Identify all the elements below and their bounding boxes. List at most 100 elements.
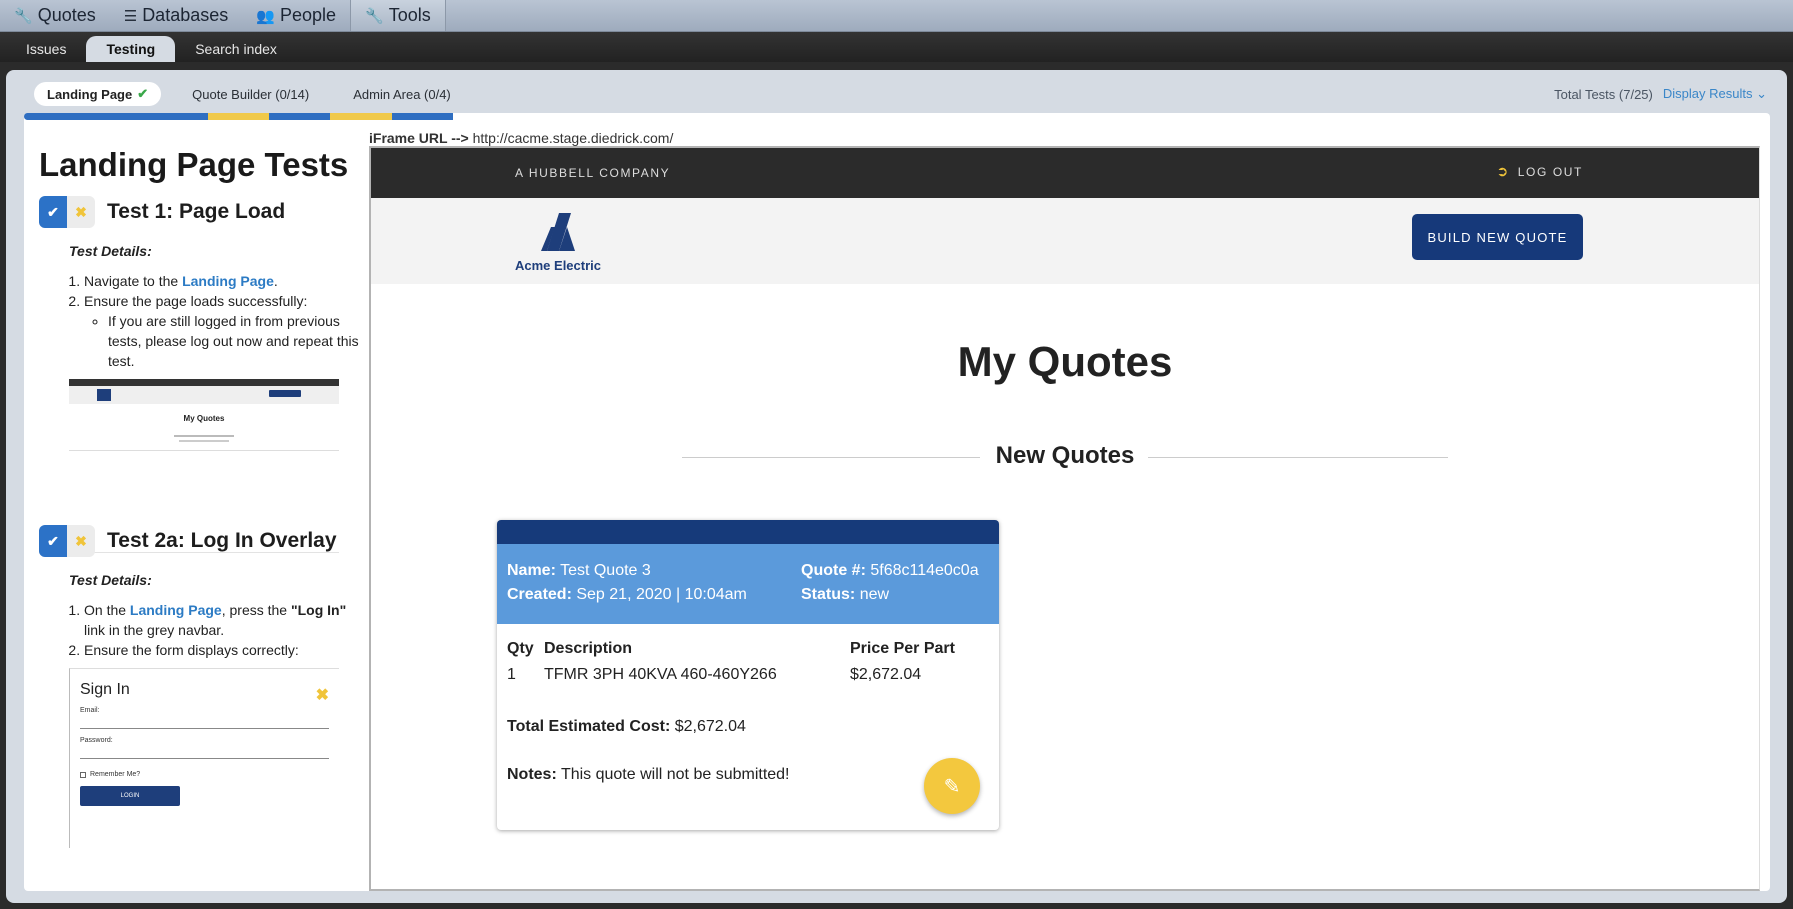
nav-quotes[interactable]: 🔧 Quotes: [0, 0, 110, 31]
total-value: $2,672.04: [674, 718, 746, 735]
progress-segment: [330, 113, 392, 120]
step: On the Landing Page, press the "Log In" …: [84, 600, 359, 640]
display-results-link[interactable]: Display Results ⌄: [1663, 86, 1767, 102]
details-label: Test Details:: [69, 243, 152, 259]
nav-databases[interactable]: ☰ Databases: [110, 0, 243, 31]
pencil-icon: ✎: [943, 775, 961, 798]
acme-logo-mark: [541, 213, 575, 251]
site-top-bar: A HUBBELL COMPANY ➲ LOG OUT: [371, 148, 1759, 198]
quote-status: new: [859, 586, 890, 603]
check-icon: ✔: [47, 532, 59, 549]
quote-name: Test Quote 3: [560, 562, 651, 579]
fail-button[interactable]: ✖: [67, 525, 95, 557]
edit-quote-button[interactable]: ✎: [924, 758, 980, 814]
landing-page-link[interactable]: Landing Page: [130, 602, 222, 618]
sub-nav: Issues Testing Search index: [0, 32, 1793, 62]
nav-quotes-label: Quotes: [37, 5, 96, 25]
thumb-password-label: Password:: [80, 737, 113, 744]
col-qty: Qty: [507, 640, 534, 657]
tab-landing-page[interactable]: Landing Page ✔: [34, 82, 162, 106]
step: Ensure the page loads successfully: If y…: [84, 291, 359, 371]
new-quotes-heading: New Quotes: [995, 442, 1135, 469]
quote-created: Sep 21, 2020 | 10:04am: [576, 586, 747, 603]
pass-button[interactable]: ✔: [39, 525, 67, 557]
tab-admin-area[interactable]: Admin Area (0/4): [340, 83, 464, 106]
page-load-screenshot: My Quotes: [69, 379, 339, 451]
nav-tools[interactable]: 🔧 Tools: [350, 0, 446, 31]
step-text: link in the grey navbar.: [84, 622, 225, 638]
quote-number-label: Quote #:: [801, 562, 866, 579]
total-cost: Total Estimated Cost: $2,672.04: [507, 718, 746, 736]
thumb-remember-label: Remember Me?: [90, 771, 141, 778]
quote-notes: Notes: This quote will not be submitted!: [507, 766, 790, 784]
step: Ensure the form displays correctly:: [84, 640, 359, 660]
nav-people[interactable]: 👥 People: [242, 0, 350, 31]
logout-link[interactable]: ➲ LOG OUT: [1496, 163, 1583, 180]
pass-button[interactable]: ✔: [39, 196, 67, 228]
iframe-url: iFrame URL --> http://cacme.stage.diedri…: [369, 130, 673, 146]
new-quotes-section-header: New Quotes: [682, 442, 1448, 472]
iframe-url-value: http://cacme.stage.diedrick.com/: [472, 130, 674, 146]
fail-button[interactable]: ✖: [67, 196, 95, 228]
build-new-quote-button[interactable]: BUILD NEW QUOTE: [1412, 214, 1583, 260]
thumb-title: My Quotes: [183, 414, 225, 423]
landing-page-link[interactable]: Landing Page: [182, 273, 274, 289]
step-text: On the: [84, 602, 130, 618]
check-icon: ✔: [137, 86, 149, 101]
sign-out-icon: ➲: [1496, 163, 1510, 179]
nav-people-label: People: [279, 5, 336, 25]
notes-label: Notes:: [507, 766, 557, 783]
tab-quote-builder[interactable]: Quote Builder (0/14): [179, 83, 322, 106]
close-icon: ✖: [75, 532, 87, 549]
subnav-search-index[interactable]: Search index: [175, 36, 297, 62]
cell-qty: 1: [507, 666, 516, 683]
step-text: Ensure the page loads successfully:: [84, 293, 308, 309]
quote-card: Name: Test Quote 3 Created: Sep 21, 2020…: [497, 520, 999, 830]
step: Navigate to the Landing Page.: [84, 271, 359, 291]
table-row: 1 TFMR 3PH 40KVA 460-460Y266 $2,672.04: [507, 662, 987, 688]
test-1: ✔ ✖ Test 1: Page Load Test Details: Navi…: [39, 195, 359, 451]
site-header: Acme Electric BUILD NEW QUOTE: [371, 198, 1759, 284]
progress-segment: [207, 113, 269, 120]
notes-value: This quote will not be submitted!: [560, 766, 790, 783]
thumb-email-label: Email:: [80, 707, 100, 714]
company-tagline: A HUBBELL COMPANY: [515, 166, 671, 180]
test-content: Landing Page Tests ✔ ✖ Test 1: Page Load…: [24, 113, 1770, 891]
status-label: Status:: [801, 586, 856, 603]
iframe-url-label: iFrame URL -->: [369, 130, 469, 146]
created-label: Created:: [507, 586, 572, 603]
progress-segment: [24, 113, 208, 120]
cell-price: $2,672.04: [850, 666, 922, 683]
chevron-down-icon: ⌄: [1756, 86, 1767, 101]
subnav-testing[interactable]: Testing: [86, 36, 176, 62]
site-preview-iframe[interactable]: A HUBBELL COMPANY ➲ LOG OUT Acme Electri…: [369, 146, 1760, 891]
tests-column: Landing Page Tests ✔ ✖ Test 1: Page Load…: [24, 120, 369, 891]
nav-tools-label: Tools: [388, 5, 431, 25]
subnav-issues[interactable]: Issues: [6, 36, 86, 62]
users-icon: 👥: [256, 7, 275, 25]
database-icon: ☰: [123, 7, 138, 25]
quote-card-body: Qty Description Price Per Part 1 TFMR 3P…: [497, 624, 999, 830]
cell-description: TFMR 3PH 40KVA 460-460Y266: [544, 666, 777, 683]
step-text: , press the: [221, 602, 291, 618]
step-text: Navigate to the: [84, 273, 183, 289]
logout-label: LOG OUT: [1517, 164, 1583, 179]
close-icon: ✖: [315, 687, 329, 704]
my-quotes-heading: My Quotes: [957, 338, 1173, 385]
test-2a: ✔ ✖ Test 2a: Log In Overlay Test Details…: [39, 524, 359, 848]
name-label: Name:: [507, 562, 556, 579]
total-label: Total Estimated Cost:: [507, 718, 671, 735]
details-label: Test Details:: [69, 572, 152, 588]
logo-text: Acme Electric: [515, 258, 601, 273]
test-progress-bar: [24, 113, 514, 120]
test-title: Test 2a: Log In Overlay: [107, 529, 337, 552]
nav-databases-label: Databases: [142, 5, 229, 25]
col-description: Description: [544, 640, 633, 657]
test-title: Test 1: Page Load: [107, 200, 286, 223]
acme-electric-logo[interactable]: Acme Electric: [515, 213, 615, 273]
quote-items-table: Qty Description Price Per Part 1 TFMR 3P…: [507, 636, 987, 688]
top-nav: 🔧 Quotes ☰ Databases 👥 People 🔧 Tools: [0, 0, 1793, 32]
progress-segment: [391, 113, 453, 120]
step-text: .: [273, 273, 278, 289]
total-tests: Total Tests (7/25): [1554, 86, 1653, 102]
